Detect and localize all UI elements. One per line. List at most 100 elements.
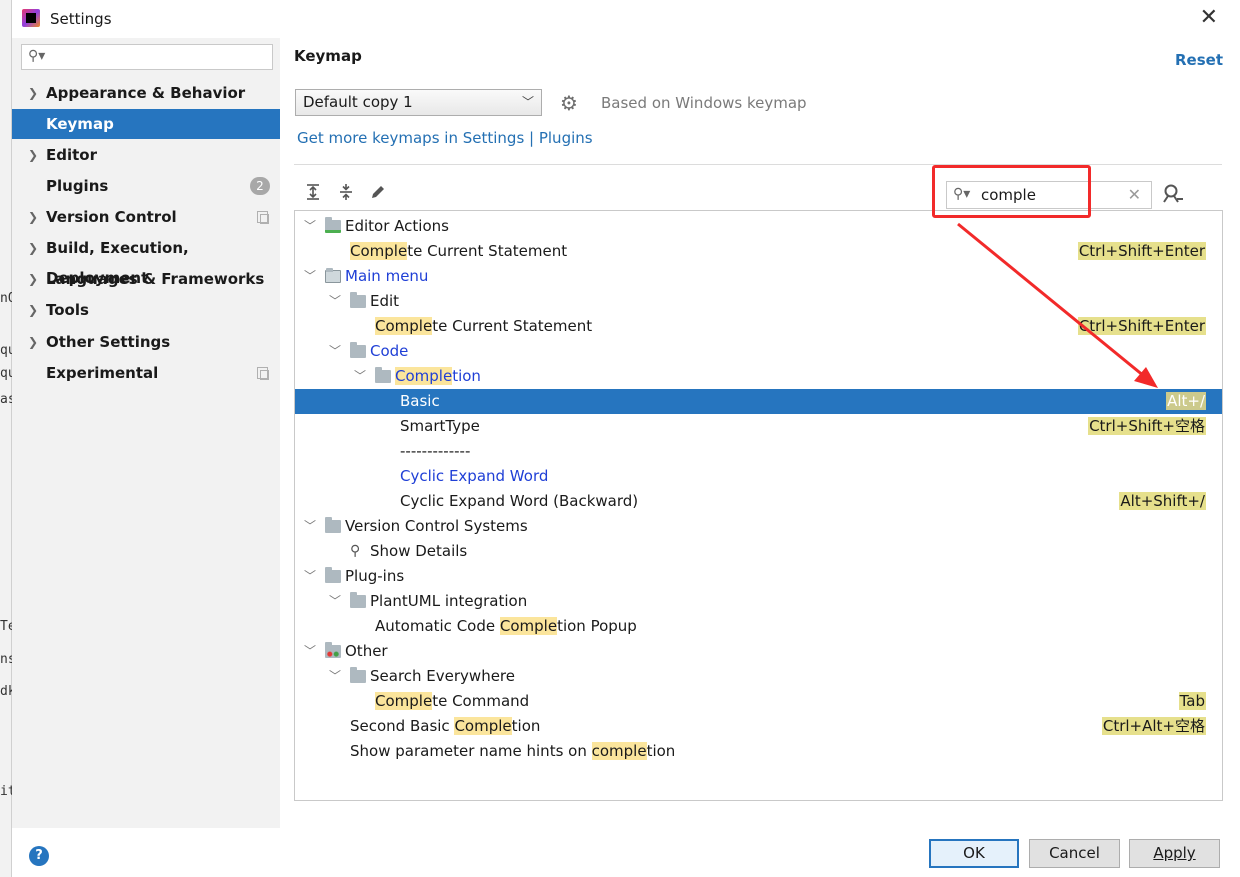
collapse-all-icon[interactable] — [336, 183, 356, 203]
shortcut-text: Alt+Shift+/ — [1119, 492, 1206, 510]
tree-row-label: Show Details — [370, 542, 468, 560]
sidebar-item-build-execution-deployment[interactable]: ❯ Build, Execution, Deployment — [12, 233, 280, 287]
chevron-down-icon[interactable]: ﹀ — [353, 364, 367, 389]
tree-row-label: Editor Actions — [345, 217, 449, 235]
shortcut-text: Alt+/ — [1166, 392, 1206, 410]
search-match-highlight: Comple — [454, 717, 512, 735]
tree-row[interactable]: Complete Command Tab — [295, 689, 1222, 714]
tree-row-label: Plug-ins — [345, 567, 405, 585]
help-button[interactable]: ? — [29, 846, 49, 866]
tree-row[interactable]: ﹀ Plug-ins — [295, 564, 1222, 589]
sidebar-item-label: Editor — [46, 146, 97, 164]
edit-pencil-icon[interactable] — [368, 183, 388, 203]
tree-row[interactable]: Cyclic Expand Word — [295, 464, 1222, 489]
shortcut-badge: Alt+Shift+/ — [1119, 489, 1206, 514]
tree-row-label: Automatic Code Completion Popup — [375, 614, 637, 639]
cancel-button[interactable]: Cancel — [1029, 839, 1120, 868]
tree-row[interactable]: ﹀ Other — [295, 639, 1222, 664]
search-match-highlight: Comple — [375, 692, 433, 710]
sidebar-item-version-control[interactable]: ❯ Version Control — [12, 202, 280, 232]
tree-row-label: Completion — [395, 364, 481, 389]
chevron-down-icon[interactable]: ﹀ — [303, 264, 317, 289]
project-settings-icon — [257, 367, 269, 380]
chevron-right-icon[interactable]: ❯ — [28, 295, 38, 325]
chevron-down-icon[interactable]: ﹀ — [328, 589, 342, 614]
tree-row-label: Cyclic Expand Word (Backward) — [400, 492, 639, 510]
shortcut-text: Ctrl+Alt+空格 — [1101, 717, 1206, 735]
tree-row[interactable]: ﹀ Code — [295, 339, 1222, 364]
chevron-right-icon[interactable]: ❯ — [28, 233, 38, 263]
chevron-right-icon[interactable]: ❯ — [28, 327, 38, 357]
chevron-down-icon[interactable]: ﹀ — [303, 514, 317, 539]
folder-icon — [325, 517, 341, 533]
sidebar-item-appearance-behavior[interactable]: ❯ Appearance & Behavior — [12, 78, 280, 108]
chevron-down-icon[interactable]: ﹀ — [303, 214, 317, 239]
apply-button[interactable]: Apply — [1129, 839, 1220, 868]
chevron-right-icon[interactable]: ❯ — [28, 140, 38, 170]
sidebar-item-tools[interactable]: ❯ Tools — [12, 295, 280, 325]
tree-row[interactable]: Basic Alt+/ — [295, 389, 1222, 414]
sidebar-search-input[interactable]: ⚲▾ — [21, 44, 273, 70]
search-match-highlight: Comple — [350, 242, 408, 260]
sidebar-item-plugins[interactable]: Plugins 2 — [12, 171, 280, 201]
ok-button[interactable]: OK — [929, 839, 1019, 868]
shortcut-badge: Ctrl+Shift+Enter — [1077, 239, 1206, 264]
reset-link[interactable]: Reset — [1175, 51, 1223, 69]
folder-icon — [350, 292, 366, 308]
search-match-highlight: comple — [591, 742, 647, 760]
tree-row[interactable]: ﹀ Version Control Systems — [295, 514, 1222, 539]
find-by-shortcut-icon[interactable] — [1162, 184, 1184, 209]
tree-row[interactable]: ﹀ PlantUML integration — [295, 589, 1222, 614]
chevron-right-icon[interactable]: ❯ — [28, 202, 38, 232]
chevron-down-icon[interactable]: ﹀ — [328, 664, 342, 689]
tree-row[interactable]: Complete Current Statement Ctrl+Shift+Ent… — [295, 239, 1222, 264]
tree-row[interactable]: ﹀ Main menu — [295, 264, 1222, 289]
sidebar-item-label: Version Control — [46, 208, 177, 226]
editor-actions-icon — [325, 217, 341, 233]
chevron-right-icon[interactable]: ❯ — [28, 264, 38, 294]
sidebar-item-label: Languages & Frameworks — [46, 270, 265, 288]
tree-row-label: Second Basic Completion — [350, 714, 540, 739]
chevron-down-icon[interactable]: ﹀ — [328, 289, 342, 314]
tree-row[interactable]: SmartType Ctrl+Shift+空格 — [295, 414, 1222, 439]
gear-icon[interactable]: ⚙ — [560, 92, 578, 114]
sidebar-item-editor[interactable]: ❯ Editor — [12, 140, 280, 170]
menu-icon — [325, 268, 341, 283]
chevron-down-icon[interactable]: ﹀ — [328, 339, 342, 364]
tree-row[interactable]: ﹀ Edit — [295, 289, 1222, 314]
clear-search-icon[interactable]: ✕ — [1128, 185, 1141, 204]
sidebar-item-label: Experimental — [46, 364, 159, 382]
keymap-action-tree[interactable]: ﹀ Editor Actions Complete Current Statemen… — [294, 210, 1223, 801]
tree-row[interactable]: Automatic Code Completion Popup — [295, 614, 1222, 639]
title-bar: Settings ✕ — [12, 0, 1240, 38]
close-icon[interactable]: ✕ — [1200, 6, 1218, 30]
settings-sidebar: ⚲▾ ❯ Appearance & Behavior Keymap ❯ Editor Pl… — [12, 38, 280, 828]
chevron-down-icon[interactable]: ﹀ — [303, 639, 317, 664]
tree-row[interactable]: Cyclic Expand Word (Backward) Alt+Shift+/ — [295, 489, 1222, 514]
tree-row[interactable]: ⚲ Show Details — [295, 539, 1222, 564]
label-suffix: te Current Statement — [432, 317, 593, 335]
sidebar-item-other-settings[interactable]: ❯ Other Settings — [12, 327, 280, 357]
get-more-keymaps-link[interactable]: Get more keymaps in Settings | Plugins — [297, 129, 593, 147]
tree-row[interactable]: ﹀ Search Everywhere — [295, 664, 1222, 689]
expand-all-icon[interactable] — [303, 183, 323, 203]
sidebar-item-keymap[interactable]: Keymap — [12, 109, 280, 139]
tree-row[interactable]: ------------- — [295, 439, 1222, 464]
tree-row-label: Other — [345, 642, 388, 660]
sidebar-item-languages-frameworks[interactable]: ❯ Languages & Frameworks — [12, 264, 280, 294]
sidebar-item-experimental[interactable]: Experimental — [12, 358, 280, 388]
folder-icon — [350, 342, 366, 358]
label-suffix: tion Popup — [557, 617, 637, 635]
chevron-right-icon[interactable]: ❯ — [28, 78, 38, 108]
shortcut-text: Tab — [1178, 692, 1206, 710]
shortcut-text: Ctrl+Shift+空格 — [1088, 417, 1206, 435]
count-badge: 2 — [250, 177, 270, 195]
tree-row[interactable]: ﹀ Completion — [295, 364, 1222, 389]
tree-row-label: Cyclic Expand Word — [400, 467, 549, 485]
tree-row[interactable]: Complete Current Statement Ctrl+Shift+Ent… — [295, 314, 1222, 339]
tree-row[interactable]: Show parameter name hints on completion — [295, 739, 1222, 764]
tree-row[interactable]: Second Basic Completion Ctrl+Alt+空格 — [295, 714, 1222, 739]
project-settings-icon — [257, 211, 269, 224]
chevron-down-icon[interactable]: ﹀ — [303, 564, 317, 589]
keymap-select[interactable]: Default copy 1 ﹀ — [295, 89, 542, 116]
